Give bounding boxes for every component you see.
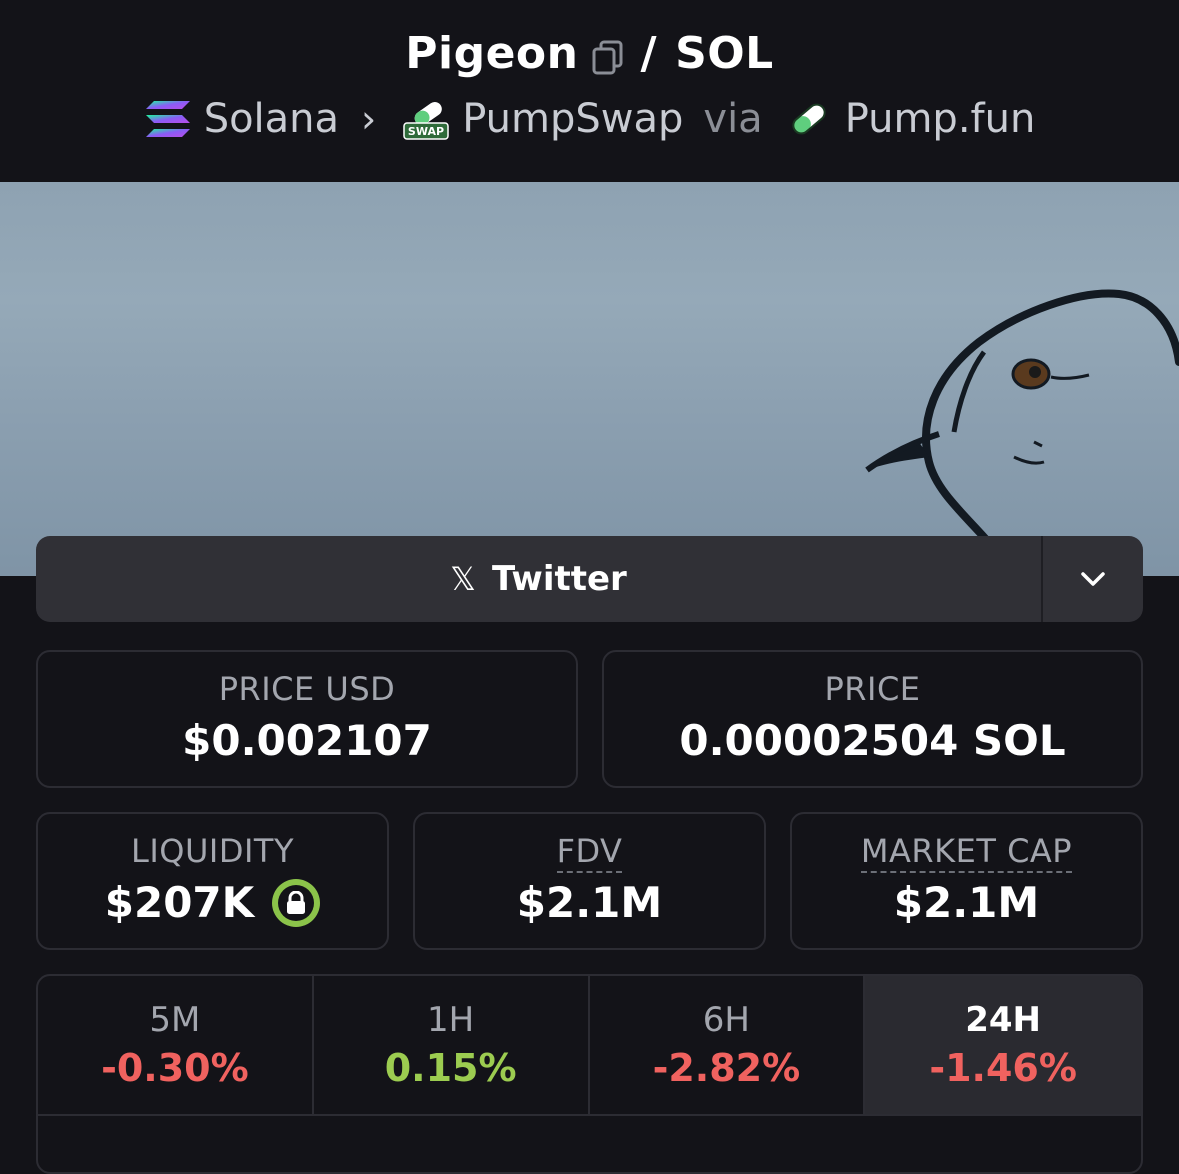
chevron-right-icon: › [361,97,377,141]
twitter-label: Twitter [491,559,627,599]
price-usd-value: $0.002107 [182,716,432,765]
tab-period: 6H [702,1000,750,1040]
tab-change: 0.15% [384,1046,517,1090]
price-usd-label: PRICE USD [218,670,396,708]
liquidity-card: LIQUIDITY $207K [36,812,389,950]
price-native-label: PRICE [824,670,921,708]
pumpswap-icon: SWAP [402,97,450,141]
social-links-bar: 𝕏 Twitter [36,536,1143,622]
dex-badge: SWAP [408,125,444,138]
chevron-down-icon [1081,572,1105,586]
tab-5m[interactable]: 5M -0.30% [38,976,314,1116]
pair-title: Pigeon / SOL [0,28,1179,79]
launchpad-link[interactable]: Pump.fun [845,96,1036,142]
tab-6h[interactable]: 6H -2.82% [589,976,866,1116]
market-cap-label: MARKET CAP [860,832,1073,873]
timeframe-tabs: 5M -0.30% 1H 0.15% 6H -2.82% 24H -1.46% [36,974,1143,1174]
pair-separator: / [640,28,658,79]
copy-icon[interactable] [591,36,625,74]
tab-change: -0.30% [101,1046,249,1090]
pair-breadcrumb: Solana › SWAP PumpSwap via Pump.fun [0,96,1179,142]
x-logo-icon: 𝕏 [450,560,476,598]
tab-period: 24H [965,1000,1042,1040]
fdv-value: $2.1M [516,878,663,927]
tab-change: -1.46% [929,1046,1077,1090]
liquidity-label: LIQUIDITY [131,832,294,870]
pigeon-illustration [865,289,1179,576]
tab-period: 1H [427,1000,475,1040]
token-banner [0,182,1179,576]
lock-icon[interactable] [272,878,321,927]
token-name: Pigeon [405,28,579,79]
solana-icon [144,97,192,141]
price-usd-card: PRICE USD $0.002107 [36,650,578,788]
pumpfun-icon [785,97,833,141]
liquidity-row: $207K [38,878,387,927]
dex-link[interactable]: PumpSwap [462,96,683,142]
more-links-button[interactable] [1043,536,1143,622]
fdv-card[interactable]: FDV $2.1M [413,812,766,950]
market-cap-value: $2.1M [893,878,1040,927]
market-cap-card[interactable]: MARKET CAP $2.1M [790,812,1143,950]
quote-token: SOL [675,28,774,79]
twitter-button[interactable]: 𝕏 Twitter [36,536,1041,622]
liquidity-value: $207K [104,878,255,927]
via-text: via [703,96,763,142]
tab-period: 5M [149,1000,201,1040]
price-native-value: 0.00002504 SOL [679,716,1066,765]
fdv-label: FDV [556,832,623,873]
tab-24h[interactable]: 24H -1.46% [865,976,1141,1116]
pair-header: Pigeon / SOL Solana › SWAP PumpSwap via … [0,0,1179,182]
price-native-card: PRICE 0.00002504 SOL [602,650,1143,788]
tab-change: -2.82% [652,1046,801,1090]
tab-1h[interactable]: 1H 0.15% [313,976,590,1116]
chain-link[interactable]: Solana [204,96,339,142]
